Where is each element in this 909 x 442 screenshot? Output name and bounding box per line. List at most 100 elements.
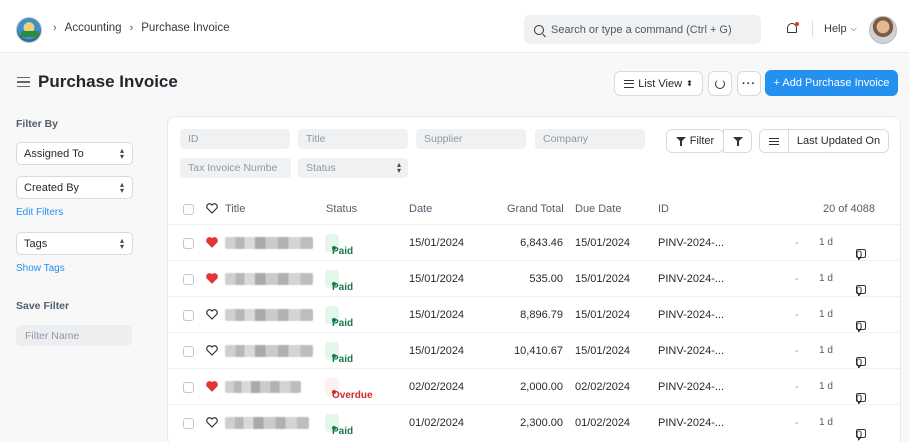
chevron-right-icon: › (129, 22, 134, 34)
select-all-checkbox[interactable] (183, 204, 194, 215)
row-dash: - (795, 417, 799, 429)
up-down-icon: ▴ ▾ (119, 180, 124, 195)
breadcrumb-purchase-invoice[interactable]: Purchase Invoice (141, 22, 229, 34)
redacted-title[interactable] (225, 273, 313, 285)
row-modified-age: 1 d (819, 273, 833, 284)
row-checkbox[interactable] (183, 274, 194, 285)
row-id[interactable]: PINV-2024-... (658, 309, 724, 321)
row-checkbox[interactable] (183, 238, 194, 249)
filter-button[interactable]: Filter (666, 129, 724, 153)
status-text: Paid (332, 318, 354, 329)
row-dash: - (795, 381, 799, 393)
page-title: Purchase Invoice (38, 72, 178, 91)
header-due-date[interactable]: Due Date (575, 203, 621, 215)
heart-filled-icon[interactable] (206, 237, 218, 251)
created-by-select[interactable]: Created By ▴ ▾ (16, 176, 133, 199)
heart-filled-icon[interactable] (206, 273, 218, 287)
help-menu[interactable]: Help ⌵ (824, 23, 857, 35)
status-badge: Paid (325, 306, 353, 329)
user-avatar[interactable] (869, 16, 897, 44)
edit-filters-link[interactable]: Edit Filters (16, 207, 63, 218)
row-modified-age: 1 d (819, 381, 833, 392)
status-filter-select[interactable]: Status ▴ ▾ (298, 158, 408, 178)
status-badge: Paid (325, 414, 353, 437)
status-badge: Paid (325, 234, 353, 257)
tax-invoice-number-filter-input[interactable]: Tax Invoice Numbe (180, 158, 291, 178)
tags-label: Tags (24, 237, 48, 250)
redacted-title[interactable] (225, 417, 309, 429)
row-checkbox[interactable] (183, 346, 194, 357)
table-row[interactable]: Paid 15/01/2024 6,843.46 15/01/2024 PINV-202… (168, 224, 900, 261)
heart-filled-icon[interactable] (206, 381, 218, 395)
table-row[interactable]: Paid 15/01/2024 10,410.67 15/01/2024 PINV-20… (168, 332, 900, 369)
app-logo[interactable] (16, 17, 42, 43)
status-badge: Paid (325, 342, 353, 365)
header-title[interactable]: Title (225, 203, 245, 215)
list-view-label: List View (638, 77, 683, 90)
more-actions-button[interactable]: ··· (737, 71, 761, 96)
row-id[interactable]: PINV-2024-... (658, 417, 724, 429)
heart-outline-icon[interactable] (206, 417, 218, 431)
status-badge: Overdue (325, 378, 373, 401)
redacted-title[interactable] (225, 237, 313, 249)
row-id[interactable]: PINV-2024-... (658, 345, 724, 357)
filter-name-input[interactable] (16, 325, 132, 346)
row-date: 01/02/2024 (409, 417, 465, 429)
search-bar[interactable] (524, 15, 761, 44)
title-filter-input[interactable]: Title (298, 129, 408, 149)
header-date[interactable]: Date (409, 203, 432, 215)
header-status[interactable]: Status (326, 203, 357, 215)
heart-outline-icon[interactable] (206, 309, 218, 323)
redacted-title[interactable] (225, 381, 301, 393)
row-grand-total: 6,843.46 (520, 237, 563, 249)
add-purchase-invoice-button[interactable]: + Add Purchase Invoice (765, 70, 898, 96)
row-grand-total: 8,896.79 (520, 309, 563, 321)
heart-outline-icon[interactable] (206, 345, 218, 359)
table-header: Title Status Date Grand Total Due Date I… (168, 203, 900, 223)
list-view-button[interactable]: List View ⬍ (614, 71, 703, 96)
table-row[interactable]: Overdue 02/02/2024 2,000.00 02/02/2024 PINV-… (168, 368, 900, 405)
row-id[interactable]: PINV-2024-... (658, 237, 724, 249)
clear-filter-button[interactable] (723, 129, 752, 153)
row-id[interactable]: PINV-2024-... (658, 273, 724, 285)
row-dash: - (795, 345, 799, 357)
search-input[interactable] (551, 23, 751, 36)
show-tags-link[interactable]: Show Tags (16, 263, 65, 274)
refresh-button[interactable] (708, 71, 732, 96)
header-id[interactable]: ID (658, 203, 669, 215)
row-checkbox[interactable] (183, 418, 194, 429)
redacted-title[interactable] (225, 309, 313, 321)
row-checkbox[interactable] (183, 310, 194, 321)
table-row[interactable]: Paid 15/01/2024 535.00 15/01/2024 PINV-2024-… (168, 260, 900, 297)
row-date: 02/02/2024 (409, 381, 465, 393)
row-grand-total: 2,300.00 (520, 417, 563, 429)
status-badge: Paid (325, 270, 353, 293)
row-id[interactable]: PINV-2024-... (658, 381, 724, 393)
heart-outline-icon[interactable] (206, 203, 218, 217)
row-checkbox[interactable] (183, 382, 194, 393)
search-icon (534, 24, 544, 35)
notification-bell-icon[interactable] (786, 22, 799, 35)
sidebar-toggle-icon[interactable] (17, 77, 30, 87)
redacted-title[interactable] (225, 345, 313, 357)
company-filter-input[interactable]: Company (535, 129, 645, 149)
id-filter-input[interactable]: ID (180, 129, 290, 149)
tags-select[interactable]: Tags ▴ ▾ (16, 232, 133, 255)
row-date: 15/01/2024 (409, 237, 465, 249)
sort-by-button[interactable]: Last Updated On (788, 129, 889, 153)
list-card: ID Title Supplier Company Tax Invoice Nu… (167, 116, 901, 442)
help-label: Help (824, 23, 847, 35)
breadcrumb-accounting[interactable]: Accounting (65, 22, 122, 34)
breadcrumb: › Accounting › Purchase Invoice (53, 22, 229, 34)
up-down-icon: ▴ ▾ (119, 146, 124, 161)
assigned-to-label: Assigned To (24, 147, 84, 160)
row-dash: - (795, 273, 799, 285)
filter-icon (675, 136, 686, 146)
assigned-to-select[interactable]: Assigned To ▴ ▾ (16, 142, 133, 165)
sort-direction-button[interactable] (759, 129, 789, 153)
supplier-filter-input[interactable]: Supplier (416, 129, 526, 149)
table-row[interactable]: Paid 15/01/2024 8,896.79 15/01/2024 PINV-202… (168, 296, 900, 333)
table-row[interactable]: Paid 01/02/2024 2,300.00 01/02/2024 PINV-202… (168, 404, 900, 441)
up-down-icon: ▴ ▾ (119, 236, 124, 251)
header-grand-total[interactable]: Grand Total (507, 203, 564, 215)
